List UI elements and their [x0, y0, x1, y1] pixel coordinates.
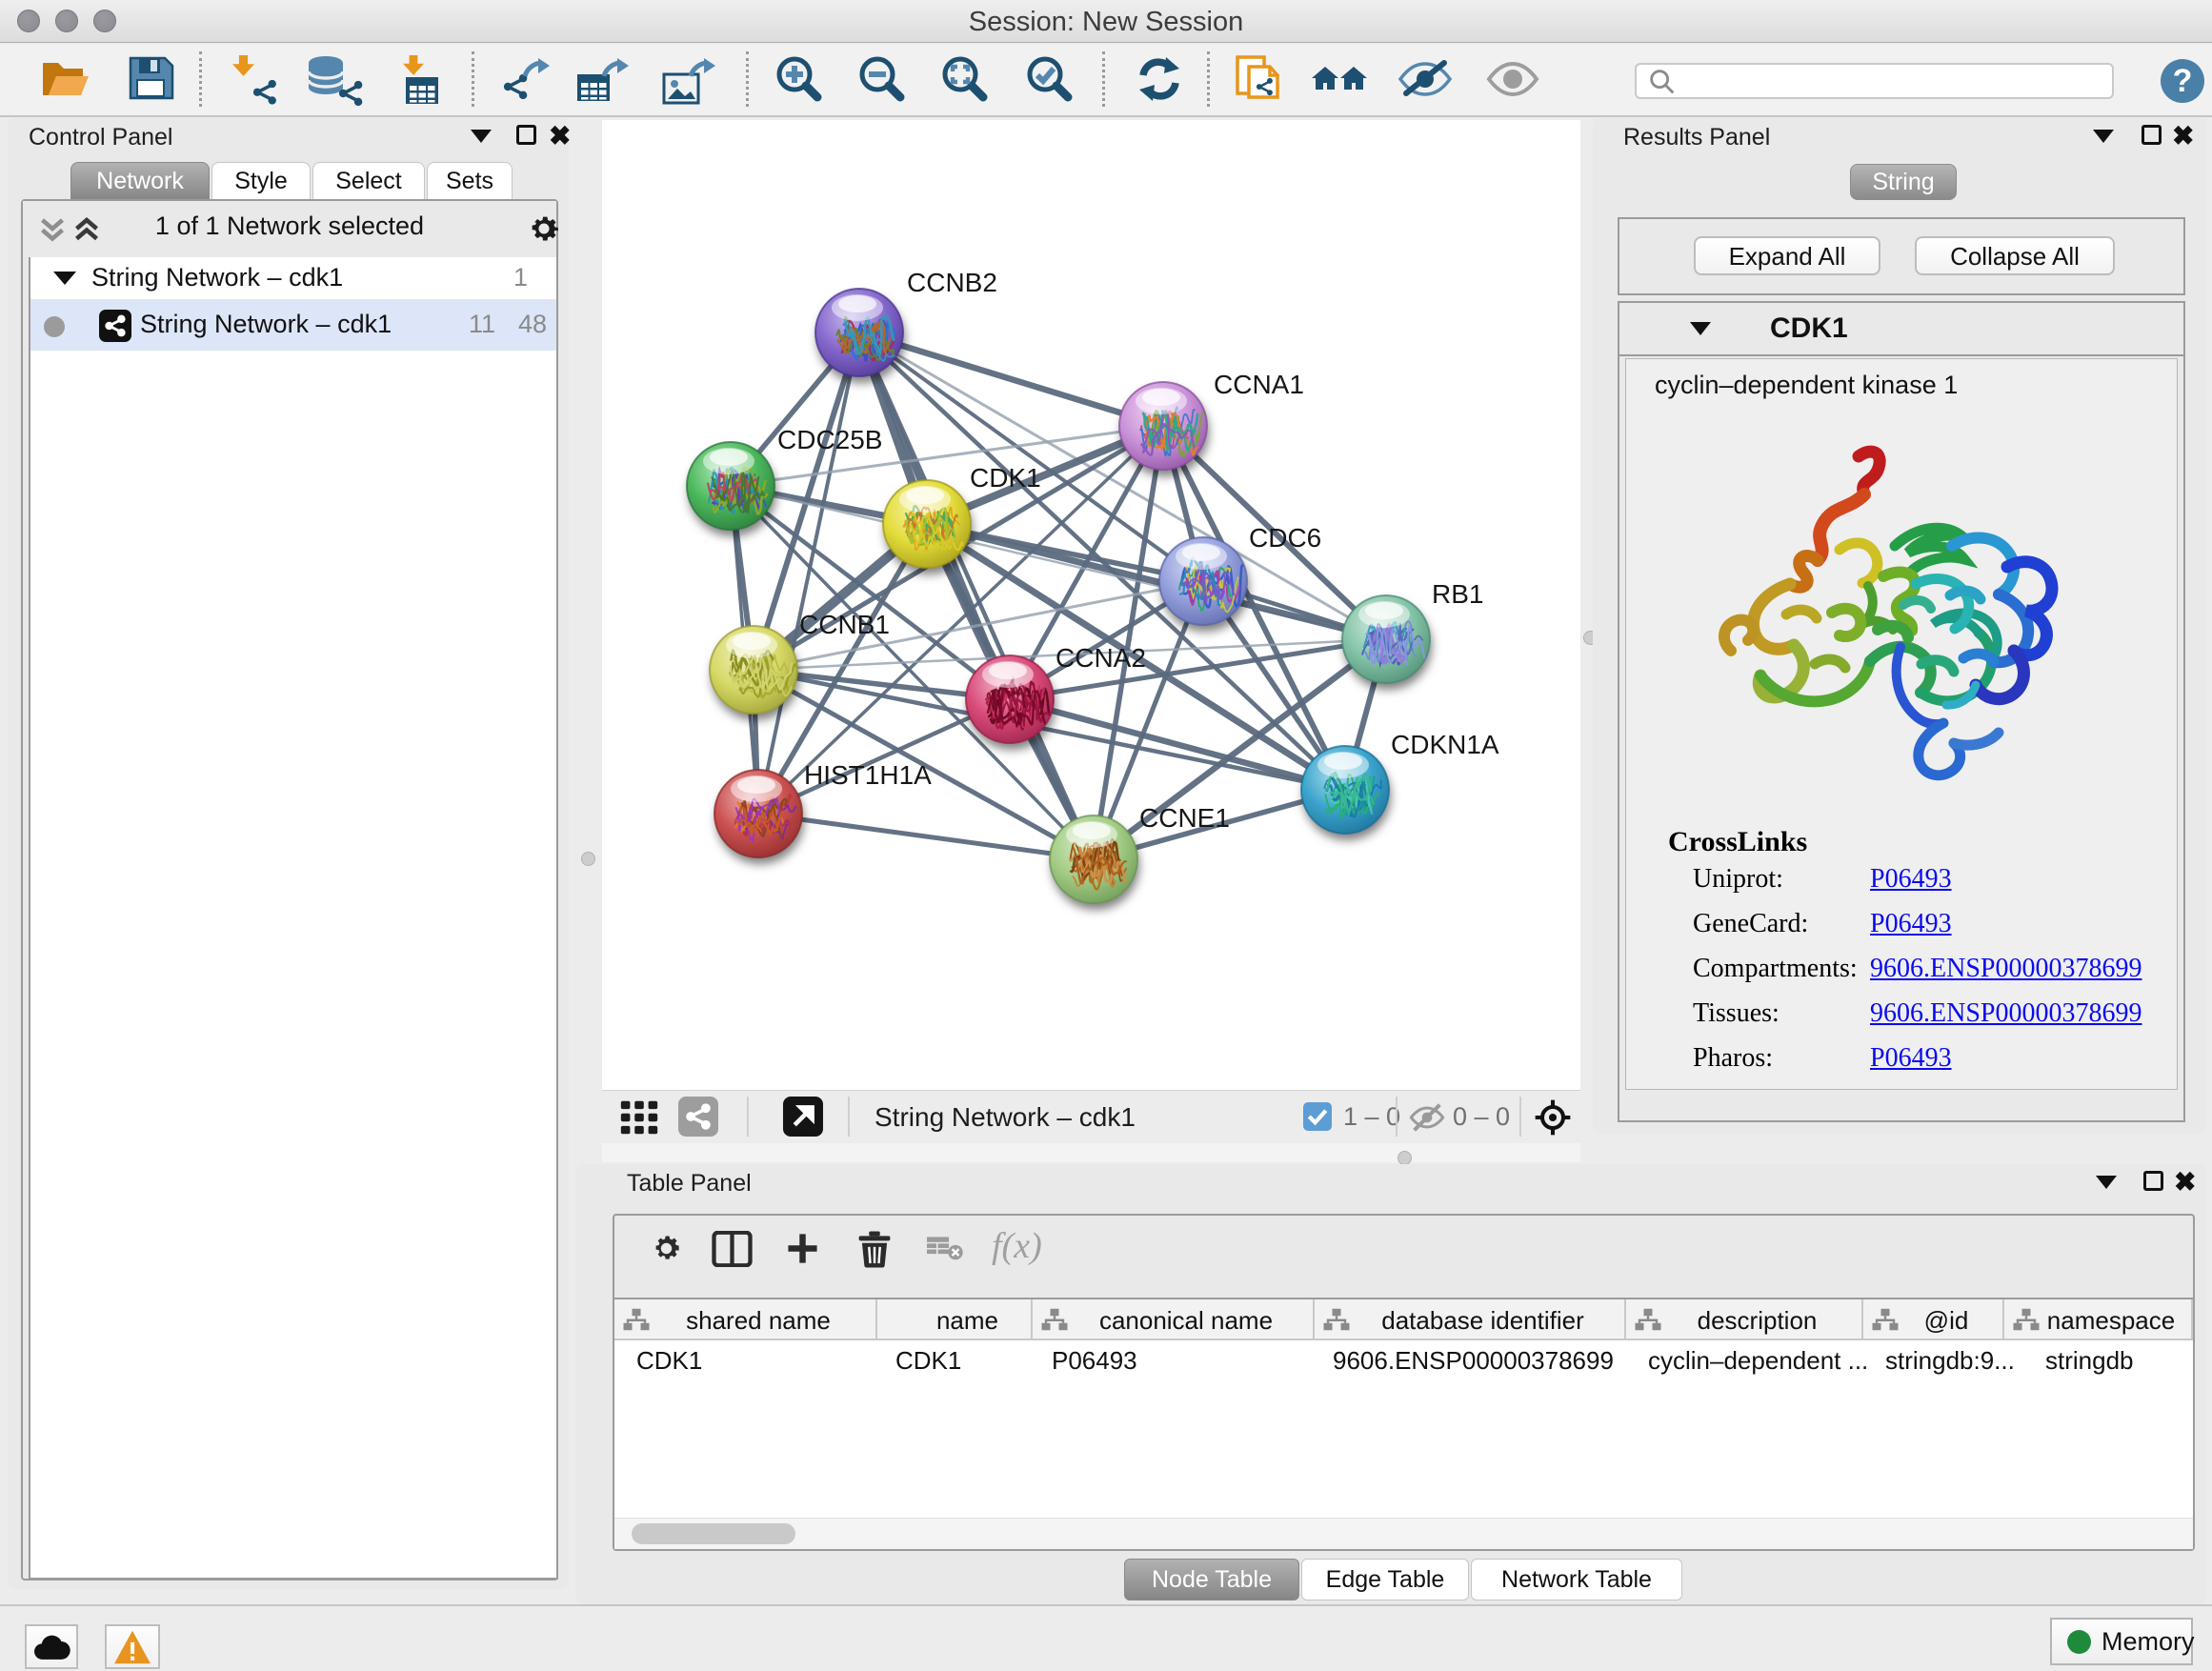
svg-text:CCNB1: CCNB1: [799, 610, 890, 639]
svg-text:CCNB2: CCNB2: [907, 268, 997, 297]
svg-text:CDKN1A: CDKN1A: [1391, 730, 1499, 759]
svg-text:CDC6: CDC6: [1249, 523, 1321, 553]
svg-text:CCNA2: CCNA2: [1056, 643, 1146, 673]
svg-text:?: ?: [2173, 63, 2193, 99]
svg-text:HIST1H1A: HIST1H1A: [804, 760, 932, 790]
svg-text:CDC25B: CDC25B: [777, 425, 882, 454]
svg-text:CCNE1: CCNE1: [1139, 803, 1230, 833]
svg-text:CCNA1: CCNA1: [1214, 370, 1304, 399]
svg-text:RB1: RB1: [1432, 579, 1483, 609]
svg-text:CDK1: CDK1: [970, 463, 1041, 493]
